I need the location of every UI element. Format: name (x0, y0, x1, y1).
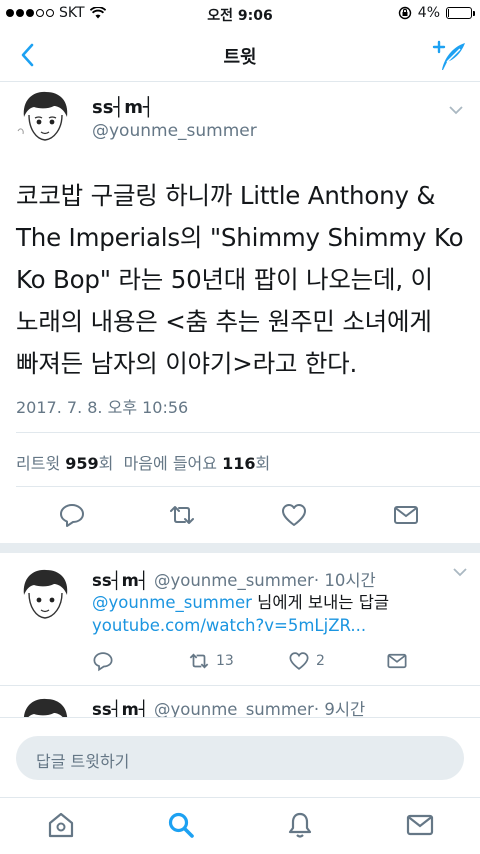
search-icon[interactable] (166, 810, 196, 840)
reply-time: · 10시간 (313, 571, 376, 590)
author-handle[interactable]: @younme_summer (92, 121, 257, 141)
tweet-link[interactable]: youtube.com/watch?v=5mLjZR... (92, 616, 366, 635)
like-heart-icon (289, 652, 309, 670)
retweets-label: 리트윗 (16, 454, 61, 473)
reply-input[interactable]: 답글 트윗하기 (16, 736, 464, 780)
tab-bar (0, 797, 480, 854)
direct-message-icon (387, 653, 407, 669)
reply-actions: 13 2 (0, 650, 480, 674)
retweets-count[interactable]: 959 (65, 454, 98, 473)
home-icon[interactable] (46, 810, 76, 840)
status-bar: SKT 오전 9:06 4% (0, 0, 480, 28)
likes-count[interactable]: 116 (222, 454, 255, 473)
reply-icon (93, 652, 113, 672)
reply-to-handle[interactable]: @younme_summer (92, 593, 252, 612)
author-name[interactable]: ss┤m┤ (92, 700, 149, 717)
reply-time: · 9시간 (313, 700, 366, 717)
retweet-icon (189, 653, 209, 669)
author-handle[interactable]: @younme_summer (154, 700, 314, 717)
status-right: 4% (398, 5, 475, 21)
battery-icon (446, 7, 475, 19)
like-heart-icon[interactable] (280, 501, 308, 529)
author-handle[interactable]: @younme_summer (154, 571, 314, 590)
reply-composer-bar: 답글 트윗하기 (0, 717, 480, 797)
chevron-down-icon[interactable] (452, 567, 468, 577)
notifications-icon[interactable] (285, 810, 315, 840)
reply-icon[interactable] (58, 501, 86, 529)
direct-message-icon[interactable] (392, 501, 420, 529)
retweet-button[interactable]: 13 (188, 650, 234, 672)
tweet-text-line: The Imperials의 "Shimmy Shimmy Ko (16, 223, 464, 252)
tweet-stats: 리트윗 959회 마음에 들어요 116회 (16, 450, 270, 474)
reply-context: @younme_summer 님에게 보내는 답글 (92, 589, 389, 613)
page-title: 트윗 (223, 47, 257, 68)
reply-tweet[interactable]: ss┤m┤ @younme_summer· 10시간 @younme_summe… (0, 553, 480, 675)
author-name[interactable]: ss┤m┤ (92, 97, 154, 118)
author-name[interactable]: ss┤m┤ (92, 571, 149, 590)
tweet-text: 코코밥 구글링 하니까 Little Anthony & The Imperia… (16, 175, 468, 385)
tweet-text-line: 노래의 내용은 <춤 추는 원주민 소녀에게 (16, 307, 432, 336)
avatar[interactable] (14, 694, 76, 717)
tweet-text-line: 빠져든 남자의 이야기>라고 한다. (16, 349, 358, 378)
likes-label: 마음에 들어요 (123, 454, 217, 473)
rotation-lock-icon (398, 6, 411, 20)
retweet-count: 13 (216, 653, 234, 669)
avatar[interactable] (14, 87, 76, 149)
nav-bar: 트윗 (0, 28, 480, 82)
section-separator (0, 543, 480, 553)
retweets-suffix: 회 (98, 454, 114, 473)
tweet-actions (0, 501, 480, 531)
likes-suffix: 회 (255, 454, 271, 473)
reply-header: ss┤m┤ @younme_summer· 9시간 (92, 696, 365, 717)
battery-percent: 4% (417, 5, 440, 21)
avatar[interactable] (14, 565, 76, 627)
like-count: 2 (316, 653, 325, 669)
reply-tweet[interactable]: ss┤m┤ @younme_summer· 9시간 (0, 686, 480, 717)
compose-tweet-icon[interactable] (432, 37, 468, 73)
tweet-text-line: Ko Bop" 라는 50년대 팝이 나오는데, 이 (16, 265, 433, 294)
tweet-timestamp: 2017. 7. 8. 오후 10:56 (16, 398, 189, 417)
retweet-icon[interactable] (168, 501, 196, 529)
chevron-down-icon[interactable] (448, 105, 464, 115)
tweet-text-line: 코코밥 구글링 하니까 Little Anthony & (16, 181, 436, 210)
reply-header: ss┤m┤ @younme_summer· 10시간 (92, 567, 376, 591)
divider (16, 486, 480, 487)
reply-button[interactable] (92, 650, 114, 672)
messages-icon[interactable] (405, 810, 435, 840)
message-button[interactable] (386, 650, 408, 672)
divider (16, 432, 480, 433)
like-button[interactable]: 2 (288, 650, 325, 672)
reply-to-suffix: 님에게 보내는 답글 (251, 593, 390, 612)
